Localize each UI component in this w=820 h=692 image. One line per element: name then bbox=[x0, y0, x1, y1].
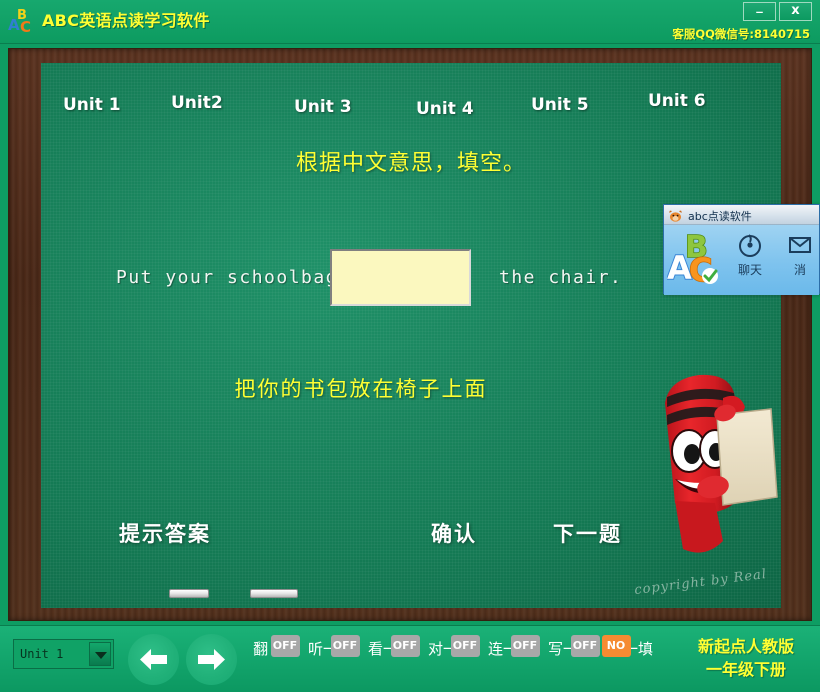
answer-input[interactable] bbox=[330, 249, 471, 306]
red-crayon-mascot-icon bbox=[653, 363, 779, 573]
toggle-state-pill: OFF bbox=[570, 635, 600, 657]
svg-text:C: C bbox=[20, 18, 31, 36]
edition-info: 新起点人教版 一年级下册 bbox=[682, 635, 810, 681]
toggle-write[interactable]: OFF 写一写 bbox=[543, 635, 600, 659]
popup-item-chat-label: 聊天 bbox=[737, 263, 762, 277]
unit-tab-6[interactable]: Unit 6 bbox=[648, 91, 706, 111]
unit-select-dropdown[interactable]: Unit 1 bbox=[13, 639, 114, 669]
unit-tab-3[interactable]: Unit 3 bbox=[294, 97, 352, 117]
chat-icon bbox=[726, 231, 774, 261]
title-bar: A B C ABC英语点读学习软件 客服QQ微信号:8140715 _ x bbox=[0, 0, 820, 44]
question-text-right: the chair. bbox=[499, 267, 623, 288]
toggle-state-pill: NO bbox=[601, 635, 631, 657]
app-title: ABC英语点读学习软件 bbox=[42, 11, 210, 30]
abc-logo-icon: A B C bbox=[8, 6, 38, 36]
toggle-state-pill: OFF bbox=[390, 635, 420, 657]
edition-line-1: 新起点人教版 bbox=[697, 637, 794, 656]
close-button[interactable]: x bbox=[779, 2, 812, 21]
bottom-toolbar: Unit 1 OFF 翻 译 OFF bbox=[0, 625, 820, 692]
edition-line-2: 一年级下册 bbox=[705, 660, 786, 679]
question-text-left: Put your schoolbag bbox=[116, 267, 339, 288]
unit-tab-5[interactable]: Unit 5 bbox=[531, 95, 589, 115]
previous-button[interactable] bbox=[128, 634, 179, 685]
chalk-stick bbox=[250, 589, 298, 598]
popup-item-message-label: 消 bbox=[793, 263, 806, 277]
hint-answer-button[interactable]: 提示答案 bbox=[119, 518, 211, 548]
cow-app-icon bbox=[668, 208, 683, 223]
toggle-connect[interactable]: OFF 连一连 bbox=[483, 635, 540, 659]
instruction-text: 根据中文意思，填空。 bbox=[295, 151, 526, 176]
blackboard-frame: Unit 1 Unit2 Unit 3 Unit 4 Unit 5 Unit 6… bbox=[8, 48, 812, 621]
abc-blocks-icon: A B C bbox=[666, 229, 725, 290]
popup-item-message[interactable]: 消 bbox=[776, 231, 820, 278]
unit-tab-2[interactable]: Unit2 bbox=[171, 93, 223, 113]
toggle-look[interactable]: OFF 看一看 bbox=[363, 635, 420, 659]
toggle-fill[interactable]: NO 填一填 bbox=[601, 635, 658, 659]
confirm-button[interactable]: 确认 bbox=[431, 518, 477, 548]
chalk-stick bbox=[169, 589, 209, 598]
minimize-button[interactable]: _ bbox=[743, 0, 776, 21]
chevron-down-icon[interactable] bbox=[89, 642, 111, 666]
next-button[interactable] bbox=[186, 634, 237, 685]
unit-select-value: Unit 1 bbox=[20, 647, 64, 661]
minimize-icon: _ bbox=[756, 0, 763, 14]
unit-tab-1[interactable]: Unit 1 bbox=[63, 95, 121, 115]
toggle-state-pill: OFF bbox=[510, 635, 540, 657]
toggle-state-pill: OFF bbox=[330, 635, 360, 657]
toggle-translate[interactable]: OFF 翻 译 bbox=[243, 635, 300, 659]
blackboard: Unit 1 Unit2 Unit 3 Unit 4 Unit 5 Unit 6… bbox=[41, 63, 781, 608]
next-question-button[interactable]: 下一题 bbox=[553, 518, 622, 548]
popup-title: abc点读软件 bbox=[688, 210, 752, 223]
popup-title-bar: abc点读软件 bbox=[664, 205, 819, 225]
toggle-state-pill: OFF bbox=[450, 635, 480, 657]
unit-tab-4[interactable]: Unit 4 bbox=[416, 99, 474, 119]
popup-body: A B C 聊天 消 bbox=[664, 225, 819, 295]
toggle-listen[interactable]: OFF 听一听 bbox=[303, 635, 360, 659]
toggle-state-pill: OFF bbox=[270, 635, 300, 657]
abc-popup-window[interactable]: abc点读软件 A B C 聊天 消 bbox=[663, 204, 820, 295]
toggle-match[interactable]: OFF 对一对 bbox=[423, 635, 480, 659]
envelope-icon bbox=[776, 231, 820, 261]
support-contact-text: 客服QQ微信号:8140715 bbox=[672, 27, 810, 41]
popup-item-chat[interactable]: 聊天 bbox=[726, 231, 774, 278]
application-window: A B C ABC英语点读学习软件 客服QQ微信号:8140715 _ x Un… bbox=[0, 0, 820, 692]
